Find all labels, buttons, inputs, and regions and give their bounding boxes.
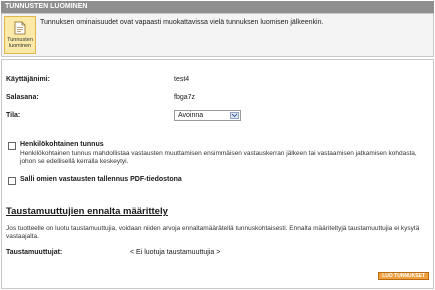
password-value: fbga7z: [174, 94, 196, 101]
form-panel: Käyttäjänimi: test4 Salasana: fbga7z Til…: [1, 59, 434, 289]
info-bar: Tunnusten luominen Tunnuksen ominaisuude…: [1, 13, 434, 57]
chevron-down-icon: [230, 112, 239, 119]
pdf-checkbox-label: Salli omien vastausten tallennus PDF-tie…: [20, 176, 182, 183]
state-select[interactable]: Avoinna: [174, 110, 241, 121]
state-label: Tila:: [6, 112, 21, 119]
info-text: Tunnuksen ominaisuudet ovat vapaasti muo…: [40, 19, 324, 26]
info-button-label-2: luominen: [8, 43, 32, 49]
background-variables-heading: Taustamuuttujien ennalta määrittely: [6, 206, 168, 217]
variables-label: Taustamuuttujat:: [6, 249, 63, 256]
personal-checkbox-label: Henkilökohtainen tunnus: [20, 141, 104, 148]
username-value: test4: [174, 76, 190, 83]
background-variables-description: Jos tuotteelle on luotu taustamuuttujia,…: [6, 225, 420, 240]
page-title-bar: TUNNUSTEN LUOMINEN: [1, 1, 434, 13]
personal-checkbox[interactable]: [8, 142, 16, 150]
variables-value: < Ei luotuja taustamuuttujia >: [130, 249, 221, 256]
page-title: TUNNUSTEN LUOMINEN: [5, 3, 88, 10]
create-credentials-tab-button[interactable]: Tunnusten luominen: [4, 16, 36, 54]
password-label: Salasana:: [6, 94, 39, 101]
username-label: Käyttäjänimi:: [6, 76, 50, 83]
state-select-value: Avoinna: [178, 112, 204, 119]
create-credentials-button[interactable]: LUO TUNNUKSET: [378, 272, 429, 280]
document-icon: [14, 21, 26, 35]
personal-description: Henkilökohtainen tunnus mahdollistaa vas…: [20, 150, 417, 165]
pdf-checkbox[interactable]: [8, 177, 16, 185]
